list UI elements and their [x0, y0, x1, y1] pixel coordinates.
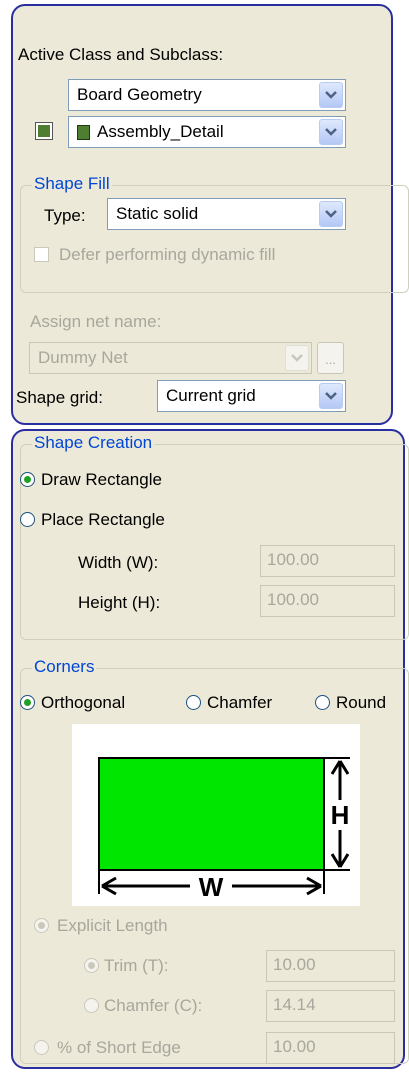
net-name-value: Dummy Net — [38, 348, 128, 367]
shape-grid-label: Shape grid: — [16, 388, 103, 407]
short-edge-value: 10.00 — [273, 1037, 316, 1056]
active-class-label: Active Class and Subclass: — [18, 45, 224, 64]
class-dropdown[interactable]: Board Geometry — [68, 79, 346, 111]
net-name-dropdown[interactable]: Dummy Net — [29, 342, 312, 374]
chevron-down-icon[interactable] — [319, 201, 343, 227]
round-label: Round — [336, 693, 387, 712]
type-dropdown-value: Static solid — [116, 204, 199, 223]
corners-legend: Corners — [32, 657, 97, 677]
type-dropdown[interactable]: Static solid — [107, 198, 346, 230]
type-label: Type: — [44, 206, 86, 225]
width-value: 100.00 — [267, 550, 319, 569]
place-rectangle-label: Place Rectangle — [41, 510, 165, 529]
chamfer-radio[interactable] — [186, 695, 201, 710]
chevron-down-icon[interactable] — [319, 119, 343, 145]
subclass-dropdown-value: Assembly_Detail — [97, 122, 224, 141]
w-dimension-label: W — [199, 872, 224, 902]
subclass-color-icon — [77, 125, 90, 140]
subclass-dropdown[interactable]: Assembly_Detail — [68, 116, 346, 148]
h-dimension-label: H — [331, 800, 350, 830]
trim-label: Trim (T): — [104, 956, 169, 975]
draw-rectangle-label: Draw Rectangle — [41, 470, 162, 489]
assign-net-label: Assign net name: — [30, 312, 162, 331]
height-label: Height (H): — [78, 593, 161, 612]
corner-diagram: W H — [72, 724, 360, 906]
short-edge-field[interactable]: 10.00 — [266, 1032, 395, 1064]
chamfer-c-label: Chamfer (C): — [104, 996, 203, 1015]
color-swatch-icon — [38, 125, 50, 137]
round-radio[interactable] — [315, 695, 330, 710]
defer-fill-checkbox[interactable] — [34, 247, 49, 262]
shape-fill-legend: Shape Fill — [32, 174, 112, 194]
height-field[interactable]: 100.00 — [260, 585, 395, 617]
defer-fill-label: Defer performing dynamic fill — [59, 245, 276, 264]
explicit-length-radio[interactable] — [34, 918, 49, 933]
chevron-down-icon[interactable] — [319, 383, 343, 409]
chevron-down-icon[interactable] — [319, 82, 343, 108]
width-field[interactable]: 100.00 — [260, 545, 395, 577]
orthogonal-radio[interactable] — [20, 695, 35, 710]
height-value: 100.00 — [267, 590, 319, 609]
browse-label: ... — [325, 352, 336, 367]
orthogonal-label: Orthogonal — [41, 693, 126, 712]
shape-creation-legend: Shape Creation — [32, 433, 155, 453]
chamfer-c-value: 14.14 — [273, 995, 316, 1014]
shape-grid-value: Current grid — [166, 386, 256, 405]
shape-rectangle — [98, 757, 325, 871]
short-edge-radio[interactable] — [34, 1040, 49, 1055]
explicit-length-label: Explicit Length — [57, 916, 168, 935]
shape-grid-dropdown[interactable]: Current grid — [157, 380, 346, 412]
draw-rectangle-radio[interactable] — [20, 472, 35, 487]
trim-radio[interactable] — [84, 958, 99, 973]
trim-field[interactable]: 10.00 — [266, 950, 395, 982]
chamfer-c-radio[interactable] — [84, 998, 99, 1013]
browse-net-button[interactable]: ... — [317, 342, 344, 374]
width-label: Width (W): — [78, 553, 159, 572]
class-dropdown-value: Board Geometry — [77, 85, 202, 104]
chamfer-c-field[interactable]: 14.14 — [266, 990, 395, 1022]
chamfer-label: Chamfer — [207, 693, 273, 712]
chevron-down-icon[interactable] — [285, 345, 309, 371]
trim-value: 10.00 — [273, 955, 316, 974]
short-edge-label: % of Short Edge — [57, 1038, 181, 1057]
place-rectangle-radio[interactable] — [20, 512, 35, 527]
subclass-color-button[interactable] — [35, 122, 53, 140]
